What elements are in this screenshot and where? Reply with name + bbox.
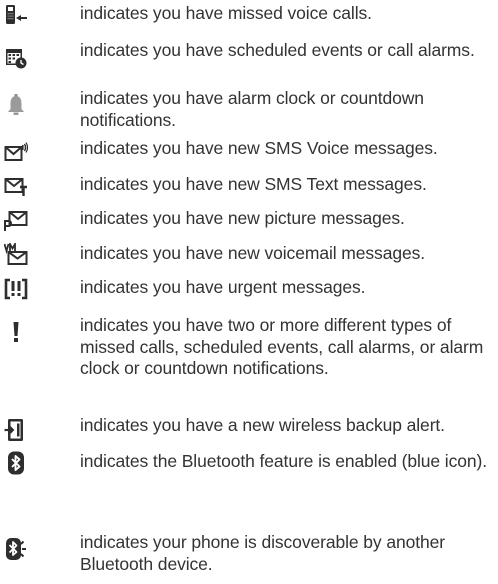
urgent-message-icon <box>4 277 28 301</box>
sms-text-message-icon <box>4 174 28 198</box>
missed-voice-calls-icon <box>4 3 28 27</box>
legend-text: indicates you have scheduled events or c… <box>80 40 475 60</box>
alarm-bell-icon <box>4 93 28 117</box>
sms-voice-message-icon <box>4 141 28 165</box>
bluetooth-enabled-icon <box>4 451 28 475</box>
bluetooth-discoverable-icon <box>4 537 28 561</box>
legend-text: indicates you have alarm clock or countd… <box>80 88 424 130</box>
scheduled-events-calendar-icon <box>4 46 28 70</box>
legend-text: indicates you have new voicemail message… <box>80 243 426 263</box>
legend-text: indicates you have a new wireless backup… <box>80 415 445 435</box>
legend-text: indicates the Bluetooth feature is enabl… <box>80 451 487 471</box>
legend-text: indicates you have missed voice calls. <box>80 3 372 23</box>
legend-text: indicates your phone is discoverable by … <box>80 532 445 574</box>
exclamation-multiple-notifications-icon <box>4 321 28 345</box>
voicemail-message-icon <box>4 243 28 267</box>
legend-text: indicates you have urgent messages. <box>80 277 366 297</box>
wireless-backup-alert-icon <box>4 418 28 442</box>
legend-text: indicates you have new picture messages. <box>80 208 405 228</box>
picture-message-icon <box>4 208 28 232</box>
legend-text: indicates you have new SMS Voice message… <box>80 138 438 158</box>
legend-text: indicates you have new SMS Text messages… <box>80 174 427 194</box>
legend-text: indicates you have two or more different… <box>80 315 484 378</box>
